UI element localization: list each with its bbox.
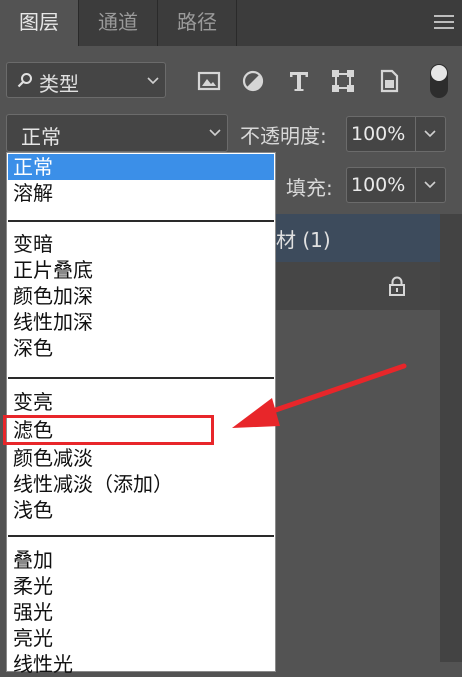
- layer-row[interactable]: [276, 262, 440, 310]
- blend-option-multiply[interactable]: 正片叠底: [8, 257, 274, 283]
- chevron-down-icon: [209, 129, 221, 137]
- tab-divider: [236, 0, 237, 46]
- toggle-knob: [431, 65, 447, 81]
- type-filter-icon[interactable]: [286, 68, 312, 94]
- annotation-arrow-icon: [232, 363, 407, 428]
- chevron-down-icon: [424, 181, 436, 189]
- layer-filter-select[interactable]: 类型: [6, 62, 166, 98]
- opacity-dropdown-button[interactable]: [416, 116, 446, 152]
- blend-option-overlay[interactable]: 叠加: [8, 547, 274, 573]
- blend-option-lighter-color[interactable]: 浅色: [8, 497, 274, 523]
- adjustment-filter-icon[interactable]: [240, 68, 266, 94]
- chevron-down-icon: [147, 77, 159, 85]
- blend-option-color-burn[interactable]: 颜色加深: [8, 283, 274, 309]
- layers-scrollbar[interactable]: [440, 214, 462, 662]
- tab-layers[interactable]: 图层: [0, 0, 78, 46]
- dropdown-separator: [8, 220, 274, 222]
- blend-option-color-dodge[interactable]: 颜色减淡: [8, 445, 274, 471]
- blend-mode-select[interactable]: 正常: [6, 114, 228, 152]
- blend-option-hard-light[interactable]: 强光: [8, 599, 274, 625]
- blend-option-darken[interactable]: 变暗: [8, 231, 274, 257]
- blend-mode-current: 正常: [21, 125, 61, 149]
- panel-menu-icon[interactable]: [434, 15, 454, 31]
- image-filter-icon[interactable]: [196, 68, 222, 94]
- shape-filter-icon[interactable]: [330, 68, 356, 94]
- annotation-highlight-box: [3, 415, 214, 445]
- chevron-down-icon: [424, 130, 436, 138]
- dropdown-separator: [8, 535, 274, 537]
- filter-toggle[interactable]: [430, 64, 448, 98]
- blend-option-normal[interactable]: 正常: [8, 154, 274, 180]
- blend-option-linear-burn[interactable]: 线性加深: [8, 309, 274, 335]
- smart-object-filter-icon[interactable]: [376, 68, 402, 94]
- layer-name: 材 (1): [276, 228, 331, 252]
- blend-option-linear-dodge[interactable]: 线性减淡（添加）: [8, 471, 274, 497]
- blend-option-dissolve[interactable]: 溶解: [8, 180, 274, 206]
- tab-paths[interactable]: 路径: [158, 0, 236, 46]
- layer-group-row[interactable]: 材 (1): [276, 214, 440, 262]
- fill-dropdown-button[interactable]: [416, 167, 446, 203]
- panel-tab-bar: 图层 通道 路径: [0, 0, 462, 46]
- blend-option-vivid-light[interactable]: 亮光: [8, 625, 274, 651]
- fill-input[interactable]: 100%: [346, 167, 416, 203]
- search-icon: [17, 73, 32, 88]
- blend-option-soft-light[interactable]: 柔光: [8, 573, 274, 599]
- opacity-label: 不透明度:: [240, 124, 327, 148]
- filter-type-label: 类型: [39, 72, 79, 96]
- fill-label: 填充:: [286, 176, 333, 200]
- blend-option-darker-color[interactable]: 深色: [8, 335, 274, 361]
- opacity-input[interactable]: 100%: [346, 116, 416, 152]
- blend-option-linear-light[interactable]: 线性光: [8, 651, 274, 677]
- lock-icon: [389, 276, 405, 296]
- tab-channels[interactable]: 通道: [79, 0, 157, 46]
